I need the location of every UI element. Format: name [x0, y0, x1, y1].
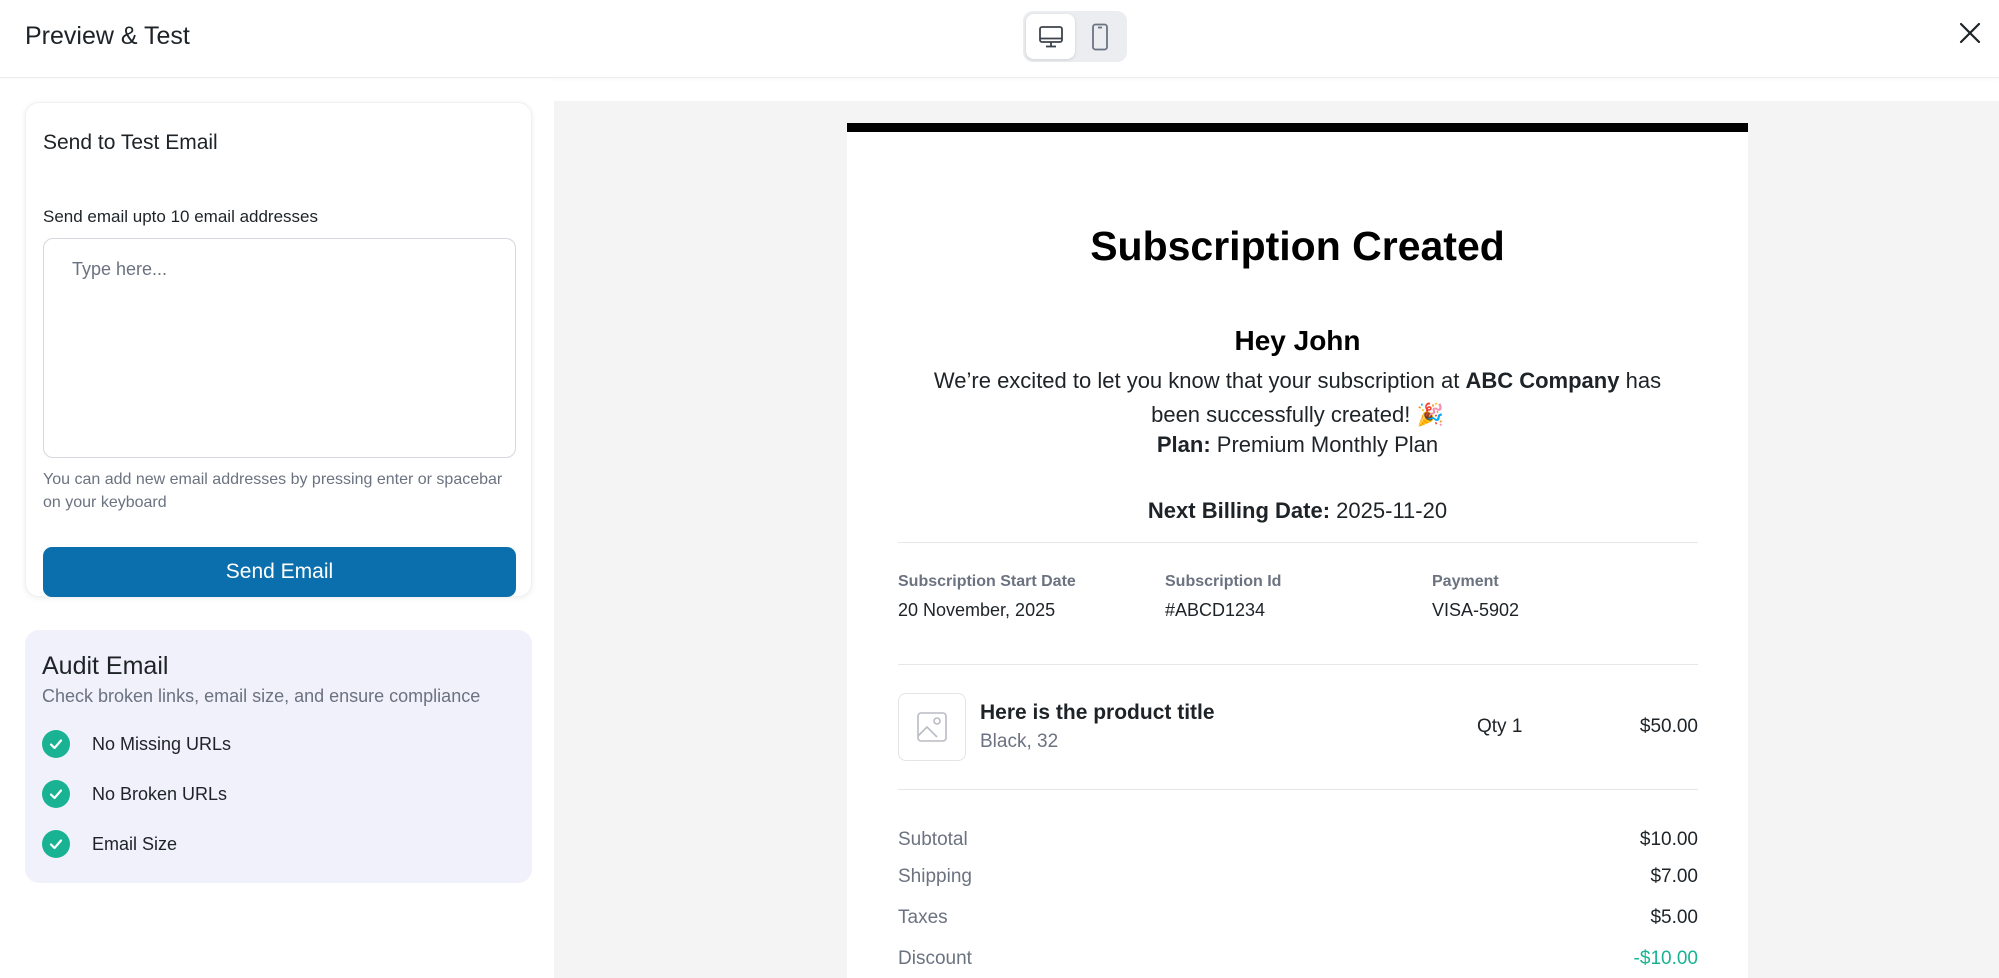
- email-body-text: We’re excited to let you know that your …: [933, 368, 1460, 393]
- email-greeting: Hey John: [1234, 325, 1361, 356]
- audit-email-card: Audit Email Check broken links, email si…: [25, 630, 532, 883]
- total-label: Subtotal: [898, 829, 968, 850]
- audit-item: No Broken URLs: [42, 780, 227, 808]
- company-name: ABC Company: [1465, 368, 1620, 393]
- email-body: We’re excited to let you know that your …: [919, 364, 1676, 432]
- meta-value: #ABCD1234: [1165, 600, 1266, 620]
- email-preview-area: Subscription Created Hey John We’re exci…: [554, 101, 1999, 978]
- desktop-icon: [1038, 25, 1063, 47]
- total-label: Discount: [898, 948, 972, 969]
- product-row: Here is the product title Black, 32 Qty …: [898, 693, 1698, 763]
- meta-label: Subscription Id: [1165, 573, 1282, 590]
- total-value: $7.00: [1650, 866, 1698, 887]
- email-help-text: You can add new email addresses by press…: [43, 471, 503, 511]
- email-title: Subscription Created: [1090, 223, 1505, 269]
- total-value: $10.00: [1639, 829, 1698, 850]
- divider: [898, 789, 1698, 790]
- billing-value: 2025-11-20: [1336, 498, 1448, 523]
- product-title: Here is the product title: [980, 701, 1215, 724]
- image-placeholder-icon: [898, 693, 966, 761]
- check-icon: [42, 830, 70, 858]
- close-icon: [1959, 22, 1981, 44]
- top-bar: Preview & Test: [0, 0, 1999, 78]
- product-qty: Qty 1: [1477, 716, 1523, 737]
- product-variant: Black, 32: [980, 731, 1059, 752]
- email-addresses-input[interactable]: [43, 238, 516, 458]
- close-button[interactable]: [1955, 18, 1985, 48]
- check-icon: [42, 730, 70, 758]
- divider: [898, 664, 1698, 665]
- meta-label: Subscription Start Date: [898, 573, 1076, 590]
- meta-start-date: Subscription Start Date 20 November, 202…: [898, 573, 1076, 621]
- audit-item: Email Size: [42, 830, 177, 858]
- total-label: Shipping: [898, 866, 972, 887]
- total-label: Taxes: [898, 907, 948, 928]
- mobile-view-button[interactable]: [1075, 14, 1124, 59]
- meta-value: VISA-5902: [1432, 600, 1520, 620]
- audit-item-label: Email Size: [92, 833, 178, 854]
- page-title: Preview & Test: [25, 22, 190, 50]
- desktop-view-button[interactable]: [1026, 14, 1075, 59]
- audit-heading: Audit Email: [42, 652, 169, 680]
- audit-subtitle: Check broken links, email size, and ensu…: [42, 686, 481, 706]
- audit-item-label: No Broken URLs: [92, 783, 228, 804]
- divider: [898, 542, 1698, 543]
- audit-item-label: No Missing URLs: [92, 733, 232, 754]
- mobile-icon: [1091, 23, 1108, 50]
- meta-label: Payment: [1432, 573, 1499, 590]
- check-icon: [42, 780, 70, 808]
- device-toggle: [1023, 11, 1127, 62]
- plan-line: Plan: Premium Monthly Plan: [847, 432, 1748, 458]
- left-panel: Send to Test Email Send email upto 10 em…: [0, 79, 553, 978]
- meta-value: 20 November, 2025: [898, 600, 1056, 620]
- product-price: $50.00: [1639, 716, 1698, 737]
- meta-subscription-id: Subscription Id #ABCD1234: [1165, 573, 1281, 621]
- send-email-button[interactable]: Send Email: [43, 547, 516, 597]
- email-preview: Subscription Created Hey John We’re exci…: [847, 123, 1748, 978]
- total-value: -$10.00: [1633, 948, 1698, 969]
- meta-payment: Payment VISA-5902: [1432, 573, 1519, 621]
- party-emoji: 🎉: [1416, 402, 1444, 427]
- plan-value: Premium Monthly Plan: [1216, 432, 1439, 457]
- audit-item: No Missing URLs: [42, 730, 231, 758]
- plan-label: Plan:: [1156, 432, 1211, 457]
- test-email-heading: Send to Test Email: [43, 131, 218, 154]
- billing-line: Next Billing Date: 2025-11-20: [847, 498, 1748, 524]
- email-addresses-label: Send email upto 10 email addresses: [43, 207, 318, 226]
- test-email-card: Send to Test Email Send email upto 10 em…: [25, 102, 532, 597]
- billing-label: Next Billing Date:: [1147, 498, 1331, 523]
- total-value: $5.00: [1650, 907, 1698, 928]
